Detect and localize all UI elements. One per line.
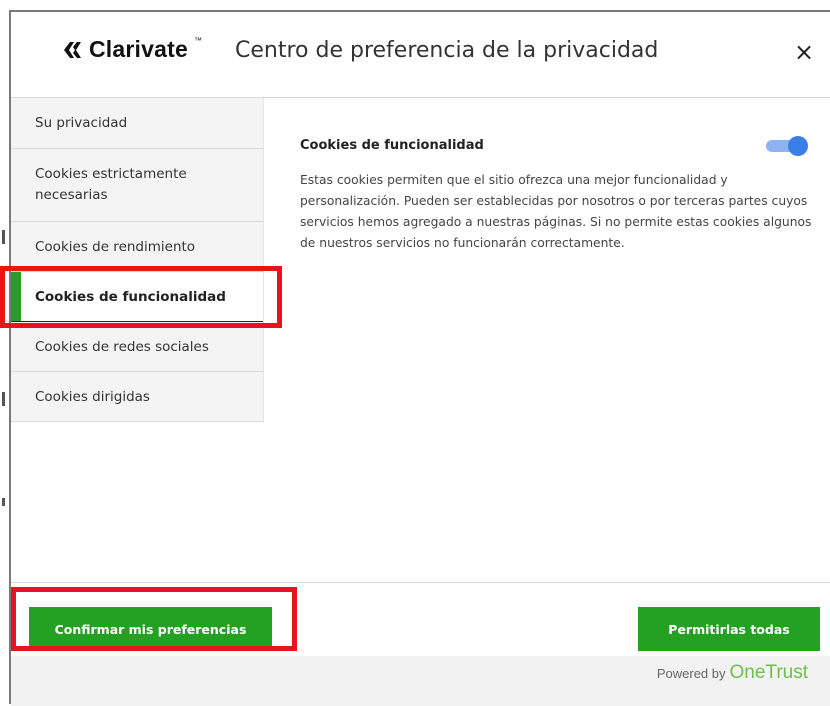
sidebar-item-label: Su privacidad [35,115,128,131]
modal-footer: Confirmar mis preferencias Permitirlas t… [11,582,830,706]
category-sidebar: Su privacidad Cookies estrictamente nece… [11,98,264,422]
close-icon[interactable]: × [790,38,818,66]
onetrust-branding[interactable]: Powered by OneTrust [657,662,808,684]
modal-header: Clarivate ™ Centro de preferencia de la … [11,12,830,98]
section-title: Cookies de funcionalidad [300,138,484,153]
privacy-preference-modal: Clarivate ™ Centro de preferencia de la … [9,10,830,706]
sidebar-item-label: Cookies de rendimiento [35,238,196,255]
sidebar-item-label: Cookies de redes sociales [35,338,209,355]
logo-trademark: ™ [193,36,202,45]
onetrust-logo: OneTrust [729,662,809,683]
allow-all-button[interactable]: Permitirlas todas [638,607,820,651]
confirm-preferences-button[interactable]: Confirmar mis preferencias [29,607,272,651]
sidebar-item-label: Cookies estrictamente necesarias [35,166,187,203]
category-detail-panel: Cookies de funcionalidad Estas cookies p… [264,98,830,578]
page-background-edge [0,0,9,704]
logo-text: Clarivate [89,36,188,62]
clarivate-logo: Clarivate ™ [61,36,202,63]
powered-by-text: Powered by [656,666,726,681]
toggle-switch[interactable] [764,136,808,156]
sidebar-item-dirigidas[interactable]: Cookies dirigidas [11,372,263,422]
powered-by-bar: Powered by OneTrust [11,656,830,706]
toggle-knob [788,136,808,156]
sidebar-item-label: Cookies dirigidas [35,388,150,405]
sidebar-item-redes-sociales[interactable]: Cookies de redes sociales [11,322,263,372]
modal-title: Centro de preferencia de la privacidad [235,38,659,63]
sidebar-item-rendimiento[interactable]: Cookies de rendimiento [11,222,263,272]
clarivate-logo-icon [64,41,81,58]
sidebar-item-su-privacidad[interactable]: Su privacidad [11,98,263,149]
section-description: Estas cookies permiten que el sitio ofre… [300,173,812,250]
sidebar-item-label: Cookies de funcionalidad [35,288,226,305]
sidebar-item-funcionalidad[interactable]: Cookies de funcionalidad [11,272,263,322]
sidebar-item-estrictamente-necesarias[interactable]: Cookies estrictamente necesarias [11,149,263,222]
